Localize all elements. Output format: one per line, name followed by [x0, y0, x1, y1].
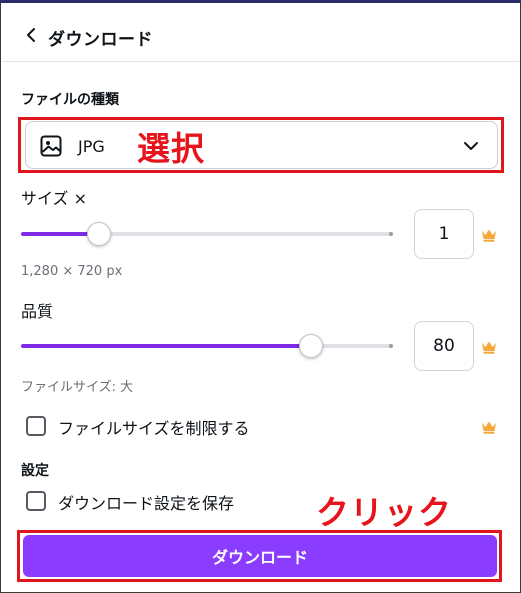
size-label: サイズ × — [21, 189, 88, 208]
dimensions-text: 1,280 × 720 px — [21, 264, 123, 279]
crown-icon — [481, 419, 497, 434]
panel-header: ダウンロード — [2, 6, 519, 62]
file-size-text: ファイルサイズ: 大 — [21, 380, 134, 395]
crown-icon — [481, 227, 497, 242]
slider-end-dot — [389, 232, 393, 236]
image-icon — [40, 135, 62, 157]
limit-file-size-checkbox[interactable] — [26, 416, 46, 436]
slider-thumb[interactable] — [299, 334, 324, 358]
quality-input[interactable]: 80 — [414, 321, 474, 371]
slider-fill — [21, 344, 312, 348]
chevron-down-icon — [463, 138, 479, 154]
annotation-select-label: 選択 — [137, 129, 205, 168]
limit-file-size-label[interactable]: ファイルサイズを制限する — [58, 415, 250, 439]
download-button[interactable]: ダウンロード — [23, 535, 497, 577]
settings-section-label: 設定 — [21, 463, 49, 479]
slider-thumb[interactable] — [87, 222, 112, 246]
chevron-left-icon[interactable] — [22, 26, 40, 44]
crown-icon — [481, 339, 497, 354]
size-input[interactable]: 1 — [414, 209, 474, 259]
page-title: ダウンロード — [48, 30, 153, 50]
file-type-dropdown[interactable]: JPG — [25, 121, 498, 169]
download-panel: ダウンロード ファイルの種類 JPG 選択 サイズ × 1 1,280 × 72… — [0, 0, 521, 593]
quality-label: 品質 — [21, 302, 54, 321]
file-type-value: JPG — [78, 137, 105, 156]
annotation-click-label: クリック — [316, 493, 452, 532]
quality-slider[interactable] — [21, 334, 393, 358]
file-type-section-label: ファイルの種類 — [21, 92, 119, 108]
slider-end-dot — [389, 344, 393, 348]
save-settings-checkbox[interactable] — [26, 491, 46, 511]
save-settings-label[interactable]: ダウンロード設定を保存 — [58, 490, 234, 514]
size-slider[interactable] — [21, 222, 393, 246]
